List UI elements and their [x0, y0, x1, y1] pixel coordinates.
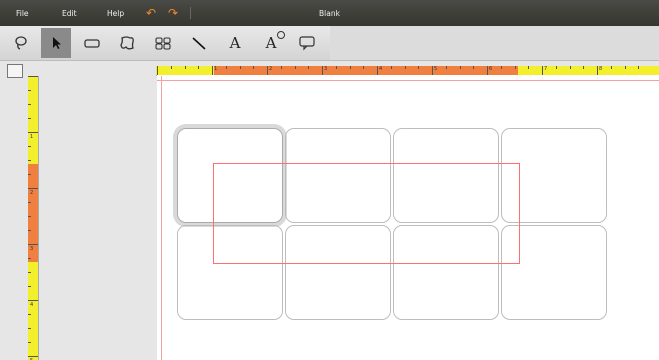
horizontal-ruler-tick — [377, 66, 378, 75]
vertical-ruler-number: 4 — [30, 302, 34, 308]
vertical-ruler-tick — [28, 216, 31, 217]
freeform-tool[interactable] — [112, 28, 142, 58]
horizontal-ruler-tick — [308, 66, 310, 69]
grid-shapes-icon — [155, 37, 171, 50]
horizontal-ruler-tick — [473, 66, 475, 69]
vertical-ruler-tick — [28, 160, 31, 161]
horizontal-ruler-tick — [487, 66, 488, 75]
horizontal-ruler-tick — [225, 66, 227, 69]
horizontal-ruler-tick — [170, 66, 172, 69]
vertical-ruler-tick — [28, 230, 31, 231]
vertical-ruler-tick — [28, 258, 31, 259]
horizontal-ruler-tick — [459, 66, 461, 69]
blob-shape-icon — [120, 36, 134, 50]
horizontal-ruler-tick — [280, 66, 282, 69]
rounded-rectangle-icon — [84, 39, 100, 48]
horizontal-ruler-tick — [239, 66, 241, 69]
horizontal-ruler-tick — [157, 66, 158, 75]
vertical-ruler-tick — [28, 132, 38, 133]
horizontal-ruler-tick — [322, 66, 323, 75]
vertical-ruler-tick — [28, 356, 38, 357]
vertical-ruler-tick — [28, 118, 31, 119]
word-art-tool[interactable]: A — [256, 28, 286, 58]
horizontal-ruler-number: 8 — [599, 66, 603, 72]
page-margin-vertical — [161, 76, 162, 360]
toolbar-empty-area — [330, 26, 659, 60]
vertical-ruler-tick — [28, 272, 31, 273]
menu-bar: File Edit Help ↶ ↷ Blank — [0, 0, 659, 26]
horizontal-ruler-tick — [624, 66, 626, 69]
horizontal-ruler-number: 7 — [544, 66, 548, 72]
horizontal-ruler-tick — [514, 66, 516, 69]
page-margin-horizontal — [157, 80, 659, 81]
window-title: Blank — [319, 9, 340, 18]
horizontal-ruler-tick — [418, 66, 420, 69]
vertical-ruler-number: 1 — [30, 134, 34, 140]
horizontal-ruler-tick — [212, 66, 213, 75]
horizontal-ruler-number: 5 — [434, 66, 438, 72]
grid-tool[interactable] — [148, 28, 178, 58]
vertical-ruler-tick — [28, 174, 31, 175]
selection-rectangle[interactable] — [213, 163, 520, 264]
rectangle-tool[interactable] — [77, 28, 107, 58]
vertical-ruler-tick — [28, 202, 31, 203]
vertical-ruler-tick — [28, 328, 31, 329]
horizontal-ruler-tick — [583, 66, 585, 69]
lasso-icon — [15, 36, 27, 50]
vertical-ruler-tick — [28, 104, 31, 105]
text-a-icon: A — [229, 34, 241, 52]
vertical-ruler-tick — [28, 314, 31, 315]
horizontal-ruler-tick — [432, 66, 433, 75]
horizontal-ruler-tick — [542, 66, 543, 75]
horizontal-ruler-number: 1 — [214, 66, 218, 72]
vertical-ruler-tick — [28, 342, 31, 343]
vertical-ruler-tick — [28, 90, 31, 91]
vertical-ruler-tick — [28, 76, 38, 77]
horizontal-ruler-tick — [569, 66, 571, 69]
ruler-corner-button[interactable] — [7, 64, 23, 78]
arrow-pointer-icon — [53, 37, 61, 49]
horizontal-ruler-tick — [253, 66, 255, 69]
horizontal-ruler-tick — [445, 66, 447, 69]
vertical-ruler-tick — [28, 188, 38, 189]
text-a-shape-icon: A — [266, 31, 285, 52]
speech-bubble-icon — [299, 36, 315, 51]
horizontal-ruler-tick — [390, 66, 392, 69]
vertical-ruler-tick — [28, 146, 31, 147]
horizontal-ruler-tick — [349, 66, 351, 69]
horizontal-ruler-tick — [363, 66, 365, 69]
horizontal-ruler-tick — [198, 66, 200, 69]
text-tool[interactable]: A — [220, 28, 250, 58]
callout-tool[interactable] — [292, 28, 322, 58]
horizontal-ruler-tick — [500, 66, 502, 69]
toolbar: A A — [0, 26, 659, 61]
horizontal-ruler-tick — [528, 66, 530, 69]
horizontal-ruler-tick — [610, 66, 612, 69]
horizontal-ruler-tick — [267, 66, 268, 75]
horizontal-ruler-tick — [404, 66, 406, 69]
vertical-ruler-tick — [28, 286, 31, 287]
horizontal-ruler-tick — [555, 66, 557, 69]
horizontal-ruler-tick — [294, 66, 296, 69]
line-tool[interactable] — [184, 28, 214, 58]
horizontal-ruler-number: 4 — [379, 66, 383, 72]
horizontal-ruler-tick — [335, 66, 337, 69]
line-icon — [192, 37, 206, 50]
lasso-tool[interactable] — [6, 28, 36, 58]
horizontal-ruler-number: 2 — [269, 66, 273, 72]
horizontal-ruler-tick — [184, 66, 186, 69]
vertical-ruler-number: 2 — [30, 190, 34, 196]
vertical-ruler-number: 3 — [30, 246, 34, 252]
vertical-ruler-tick — [28, 244, 38, 245]
vertical-ruler-tick — [28, 300, 38, 301]
horizontal-ruler-number: 6 — [489, 66, 493, 72]
select-tool[interactable] — [41, 28, 71, 58]
vertical-ruler[interactable]: 12345 — [28, 76, 39, 360]
horizontal-ruler-tick — [597, 66, 598, 75]
horizontal-ruler-number: 3 — [324, 66, 328, 72]
horizontal-ruler-tick — [638, 66, 640, 69]
